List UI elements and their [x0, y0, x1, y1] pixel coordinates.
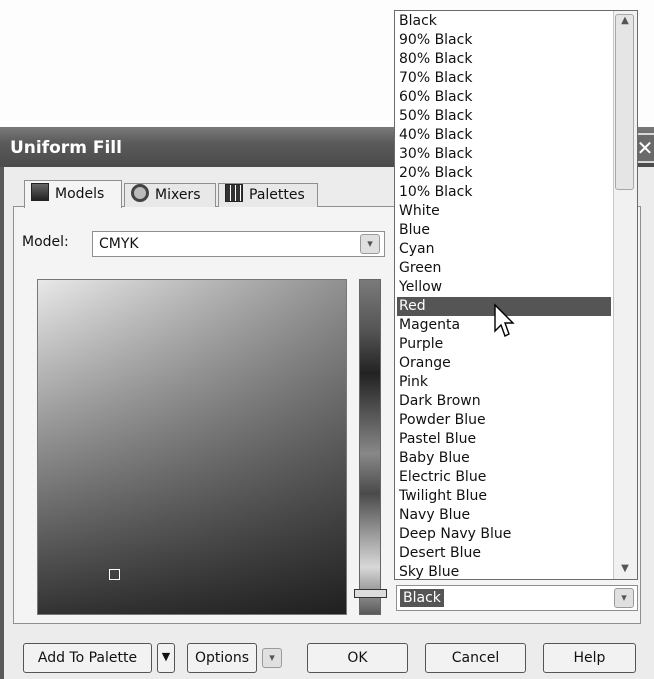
palette-item[interactable]: Orange — [397, 354, 611, 373]
scroll-up-icon[interactable]: ▲ — [615, 12, 635, 30]
dialog-title: Uniform Fill — [10, 138, 122, 158]
palette-item[interactable]: 70% Black — [397, 69, 611, 88]
palette-item[interactable]: Baby Blue — [397, 449, 611, 468]
color-slider-handle[interactable] — [354, 589, 387, 598]
palette-item[interactable]: Pastel Blue — [397, 430, 611, 449]
palette-item[interactable]: White — [397, 202, 611, 221]
model-value: CMYK — [99, 236, 139, 252]
tab-models-label: Models — [55, 186, 105, 202]
palette-item[interactable]: 20% Black — [397, 164, 611, 183]
palette-item[interactable]: Deep Navy Blue — [397, 525, 611, 544]
color-picker-marker[interactable] — [109, 569, 120, 580]
mixers-icon — [131, 184, 149, 202]
cancel-button[interactable]: Cancel — [425, 643, 526, 673]
palettes-icon — [225, 184, 243, 202]
color-slider-strip[interactable] — [359, 279, 381, 615]
palette-item[interactable]: 80% Black — [397, 50, 611, 69]
palette-item[interactable]: 10% Black — [397, 183, 611, 202]
palette-item[interactable]: 60% Black — [397, 88, 611, 107]
palette-item[interactable]: Yellow — [397, 278, 611, 297]
palette-item[interactable]: Twilight Blue — [397, 487, 611, 506]
palette-item[interactable]: Green — [397, 259, 611, 278]
palette-item[interactable]: Navy Blue — [397, 506, 611, 525]
palette-item[interactable]: Electric Blue — [397, 468, 611, 487]
palette-item[interactable]: 30% Black — [397, 145, 611, 164]
tab-mixers[interactable]: Mixers — [124, 183, 216, 207]
tab-mixers-label: Mixers — [155, 187, 201, 203]
model-label: Model: — [22, 234, 69, 250]
palette-item[interactable]: Blue — [397, 221, 611, 240]
palette-item[interactable]: Pink — [397, 373, 611, 392]
help-button[interactable]: Help — [543, 643, 636, 673]
palette-item[interactable]: Cyan — [397, 240, 611, 259]
color-picker-area[interactable] — [37, 279, 347, 615]
chevron-down-icon[interactable]: ▾ — [614, 588, 634, 608]
add-to-palette-button[interactable]: Add To Palette — [23, 643, 152, 673]
add-to-palette-menu-button[interactable]: ▼ — [157, 643, 175, 673]
palette-item[interactable]: Black — [397, 12, 611, 31]
model-select[interactable]: CMYK — [92, 231, 385, 257]
models-icon — [31, 183, 49, 201]
ok-button[interactable]: OK — [307, 643, 408, 673]
palette-item[interactable]: Dark Brown — [397, 392, 611, 411]
tab-palettes-label: Palettes — [249, 187, 305, 203]
tab-models[interactable]: Models — [24, 180, 122, 208]
options-chevron-icon[interactable]: ▾ — [262, 648, 282, 668]
scroll-down-icon[interactable]: ▼ — [615, 560, 635, 578]
options-button[interactable]: Options — [187, 643, 257, 673]
tab-palettes[interactable]: Palettes — [218, 183, 318, 207]
scrollbar-thumb[interactable] — [615, 14, 634, 190]
palette-item[interactable]: 50% Black — [397, 107, 611, 126]
palette-item[interactable]: Sky Blue — [397, 563, 611, 582]
palette-item[interactable]: Desert Blue — [397, 544, 611, 563]
palette-color-value: Black — [400, 589, 444, 607]
palette-item[interactable]: 40% Black — [397, 126, 611, 145]
palette-item[interactable]: 90% Black — [397, 31, 611, 50]
mouse-pointer-icon — [494, 303, 515, 337]
palette-item[interactable]: Powder Blue — [397, 411, 611, 430]
chevron-down-icon[interactable]: ▾ — [360, 234, 380, 254]
